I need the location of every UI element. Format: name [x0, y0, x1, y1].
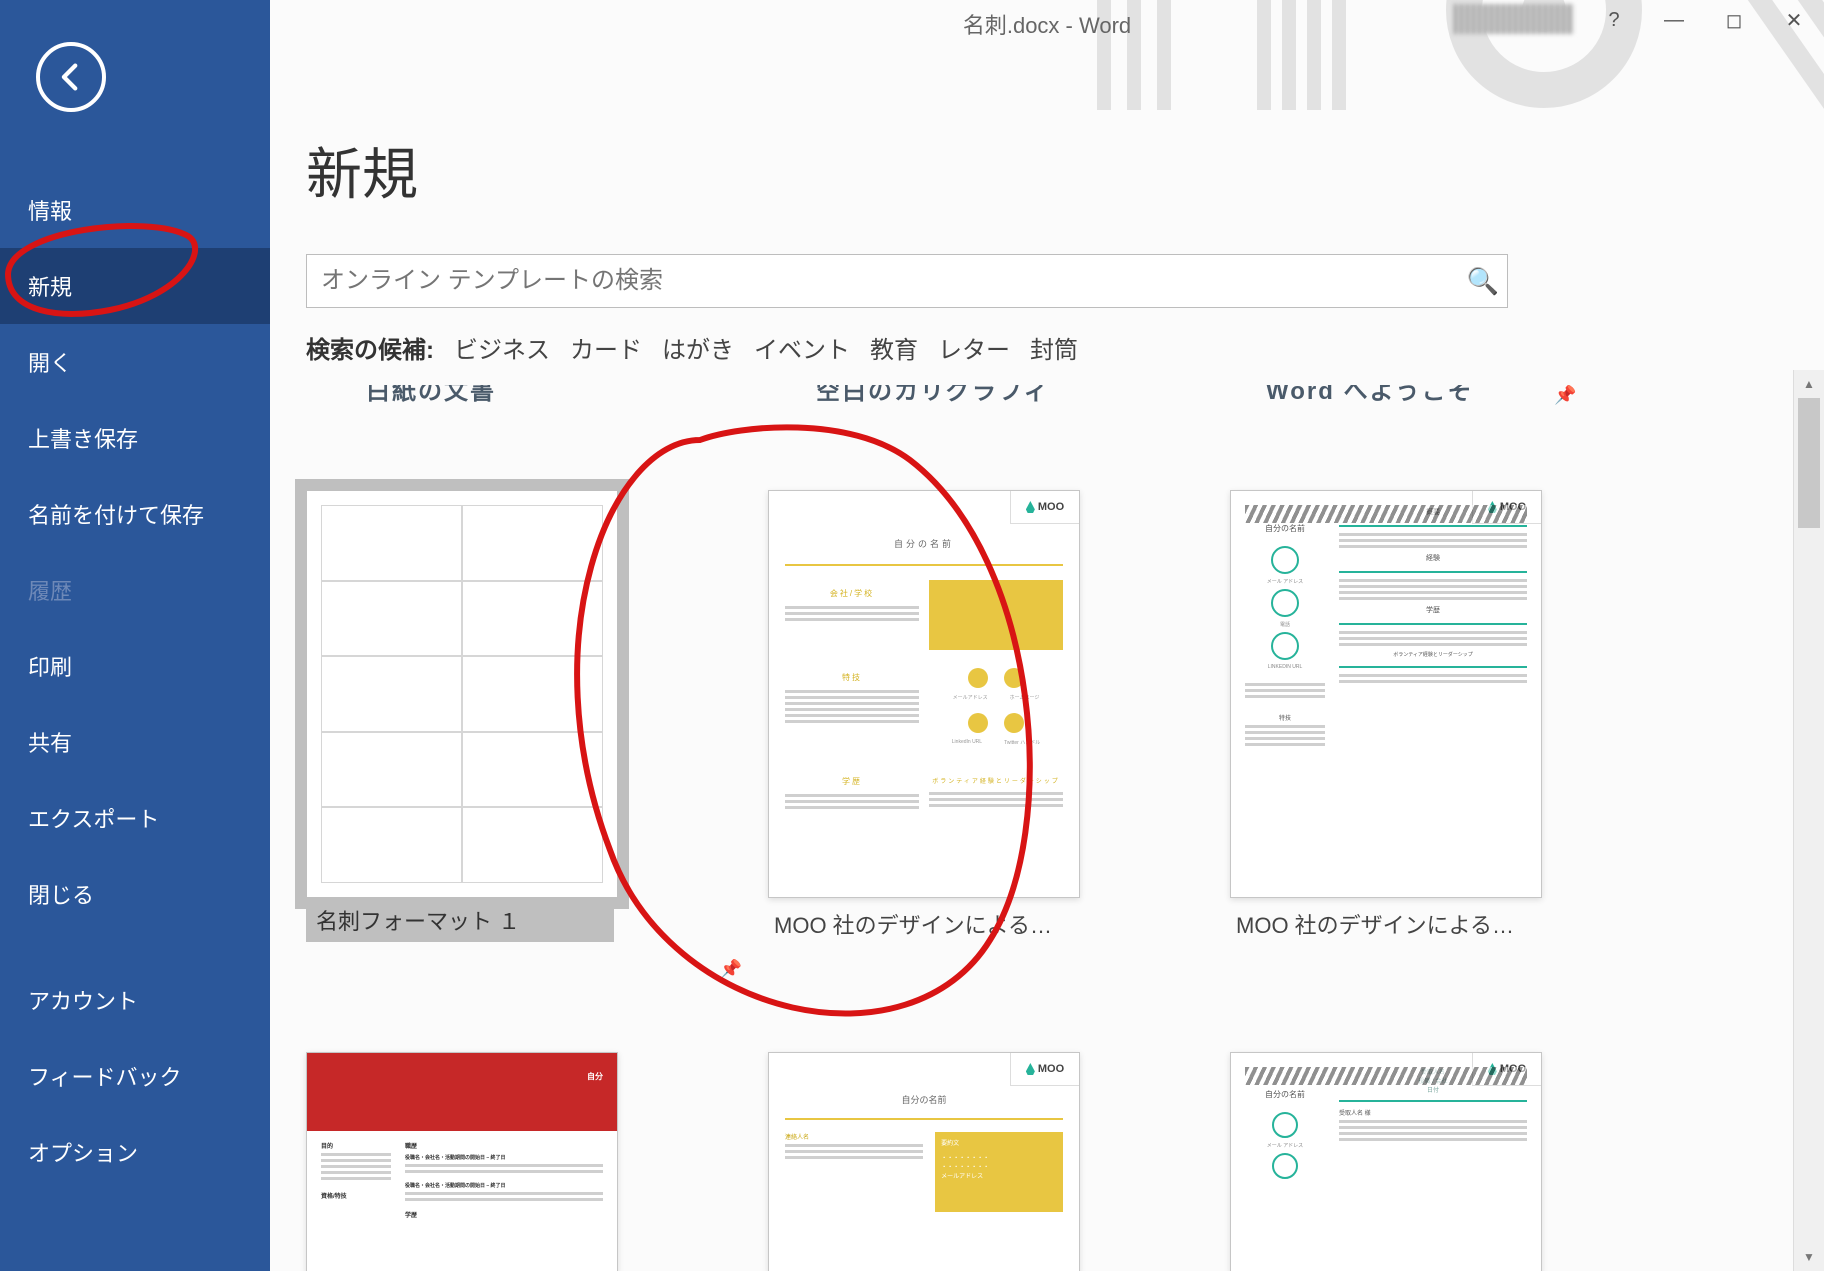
suggestions-label: 検索の候補: [306, 330, 434, 365]
backstage-sidebar: 情報 新規 開く 上書き保存 名前を付けて保存 履歴 印刷 共有 エクスポート … [0, 0, 270, 1271]
moo-heading: 自分の名前 [785, 507, 1063, 566]
clipped-title-calligraphy: 空白のカリグラフィ [816, 385, 1050, 406]
template-thumb: MOO 自分の名前 メール アドレス 受取人名 役職 / 会社 日付 [1230, 1052, 1542, 1271]
nav-options[interactable]: オプション [0, 1114, 270, 1190]
template-grid: 名刺フォーマット １ 📌 MOO 自分の名前 会社/学校 [306, 490, 1680, 1271]
nav-close[interactable]: 閉じる [0, 856, 270, 932]
suggestion-business[interactable]: ビジネス [454, 330, 550, 365]
help-button[interactable]: ? [1584, 0, 1644, 40]
nav-save-as[interactable]: 名前を付けて保存 [0, 476, 270, 552]
template-label: MOO 社のデザインによる… [1230, 908, 1680, 940]
suggestion-letter[interactable]: レター [938, 330, 1010, 365]
template-thumb: MOO 自分の名前 会社/学校 特技 [768, 490, 1080, 898]
clipped-title-welcome: Word へようこそ [1266, 385, 1474, 406]
page-title: 新規 [306, 130, 418, 211]
document-title: 名刺.docx - Word [963, 8, 1131, 40]
nav-print[interactable]: 印刷 [0, 628, 270, 704]
moo-heading: 自分の名前 [785, 1069, 1063, 1120]
nav-feedback[interactable]: フィードバック [0, 1038, 270, 1114]
back-button[interactable] [36, 42, 106, 112]
maximize-button[interactable]: ◻ [1704, 0, 1764, 40]
nav-export[interactable]: エクスポート [0, 780, 270, 856]
title-bar: 名刺.docx - Word ? — ◻ ✕ [270, 0, 1824, 40]
template-moo-yellow-2[interactable]: MOO 自分の名前 連絡人名 要約文・・・・・・・・・・・・・・・・メールアドレ… [768, 1052, 1218, 1271]
nav-open[interactable]: 開く [0, 324, 270, 400]
scroll-track[interactable] [1794, 398, 1824, 1243]
template-businesscard-format-1[interactable]: 名刺フォーマット １ 📌 [306, 490, 756, 952]
vertical-scrollbar[interactable]: ▲ ▼ [1793, 370, 1824, 1271]
back-arrow-icon [54, 60, 88, 94]
scroll-thumb[interactable] [1798, 398, 1820, 528]
template-thumb: MOO 自分の名前 連絡人名 要約文・・・・・・・・・・・・・・・・メールアドレ… [768, 1052, 1080, 1271]
nav-list: 情報 新規 開く 上書き保存 名前を付けて保存 履歴 印刷 共有 エクスポート … [0, 172, 270, 1190]
suggestion-envelope[interactable]: 封筒 [1030, 330, 1078, 365]
template-moo-yellow[interactable]: MOO 自分の名前 会社/学校 特技 [768, 490, 1218, 952]
suggestion-education[interactable]: 教育 [870, 330, 918, 365]
template-thumb [306, 490, 618, 898]
main-content: 名刺.docx - Word ? — ◻ ✕ 新規 🔍 検索の候補: ビジネス … [270, 0, 1824, 1271]
close-button[interactable]: ✕ [1764, 0, 1824, 40]
template-thumb: MOO 自分の名前 メール アドレス 電話 LINKEDIN URL [1230, 490, 1542, 898]
template-label: 名刺フォーマット １ [306, 898, 614, 942]
nav-new[interactable]: 新規 [0, 248, 270, 324]
nav-save[interactable]: 上書き保存 [0, 400, 270, 476]
account-info[interactable] [1454, 4, 1574, 34]
template-moo-teal[interactable]: MOO 自分の名前 メール アドレス 電話 LINKEDIN URL [1230, 490, 1680, 952]
clipped-row: 白紙の文書 空白のカリグラフィ Word へようこそ 📌 [306, 385, 1586, 415]
nav-info[interactable]: 情報 [0, 172, 270, 248]
suggestion-event[interactable]: イベント [754, 330, 850, 365]
moo-name: 自分 [587, 1071, 603, 1082]
template-moo-red[interactable]: MOO 自分 目的 資格/特技 [306, 1052, 756, 1271]
template-moo-teal-2[interactable]: MOO 自分の名前 メール アドレス 受取人名 役職 / 会社 日付 [1230, 1052, 1680, 1271]
search-suggestions: 検索の候補: ビジネス カード はがき イベント 教育 レター 封筒 [306, 330, 1078, 365]
pin-icon[interactable]: 📌 [1554, 385, 1576, 406]
nav-account[interactable]: アカウント [0, 962, 270, 1038]
suggestion-postcard[interactable]: はがき [662, 330, 734, 365]
nav-history: 履歴 [0, 552, 270, 628]
suggestion-card[interactable]: カード [570, 330, 642, 365]
minimize-button[interactable]: — [1644, 0, 1704, 40]
clipped-title-blank: 白紙の文書 [366, 385, 496, 406]
template-thumb: MOO 自分 目的 資格/特技 [306, 1052, 618, 1271]
scroll-down-arrow[interactable]: ▼ [1794, 1243, 1824, 1271]
template-search-box: 🔍 [306, 254, 1508, 308]
search-icon[interactable]: 🔍 [1459, 266, 1507, 297]
template-search-input[interactable] [307, 266, 1459, 296]
pin-icon[interactable]: 📌 [720, 959, 742, 980]
scroll-up-arrow[interactable]: ▲ [1794, 370, 1824, 398]
template-label: MOO 社のデザインによる… [768, 908, 1218, 940]
nav-share[interactable]: 共有 [0, 704, 270, 780]
